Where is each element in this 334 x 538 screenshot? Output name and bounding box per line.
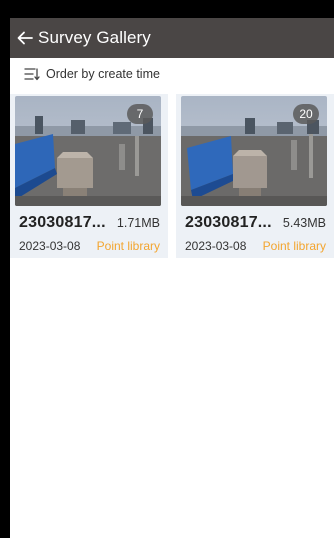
survey-type-link[interactable]: Point library bbox=[263, 239, 326, 253]
back-button[interactable] bbox=[12, 18, 38, 58]
back-arrow-icon bbox=[17, 31, 33, 45]
survey-card[interactable]: 7 23030817... 1.71MB 2023-03-08 Point li… bbox=[10, 94, 168, 258]
survey-thumbnail: 20 bbox=[181, 96, 327, 206]
survey-size: 5.43MB bbox=[282, 216, 326, 230]
survey-type-link[interactable]: Point library bbox=[97, 239, 160, 253]
survey-size: 1.71MB bbox=[116, 216, 160, 230]
sort-control[interactable]: Order by create time bbox=[10, 58, 334, 90]
title-bar: Survey Gallery bbox=[10, 18, 334, 58]
photo-count-badge: 7 bbox=[127, 104, 153, 124]
left-bezel bbox=[0, 0, 10, 538]
sort-list-icon bbox=[24, 68, 40, 81]
page-title: Survey Gallery bbox=[38, 28, 151, 47]
survey-name: 23030817... bbox=[185, 214, 272, 231]
device-frame: Survey Gallery Order by create time 7 23… bbox=[0, 0, 334, 538]
photo-count-badge: 20 bbox=[293, 104, 319, 124]
screen: Survey Gallery Order by create time 7 23… bbox=[10, 18, 334, 538]
survey-date: 2023-03-08 bbox=[185, 239, 247, 253]
status-bar-area bbox=[0, 0, 334, 18]
survey-date: 2023-03-08 bbox=[19, 239, 81, 253]
survey-thumbnail: 7 bbox=[15, 96, 161, 206]
sort-label: Order by create time bbox=[46, 67, 160, 81]
survey-grid: 7 23030817... 1.71MB 2023-03-08 Point li… bbox=[10, 90, 334, 280]
survey-card[interactable]: 20 23030817... 5.43MB 2023-03-08 Point l… bbox=[176, 94, 334, 258]
survey-name: 23030817... bbox=[19, 214, 106, 231]
